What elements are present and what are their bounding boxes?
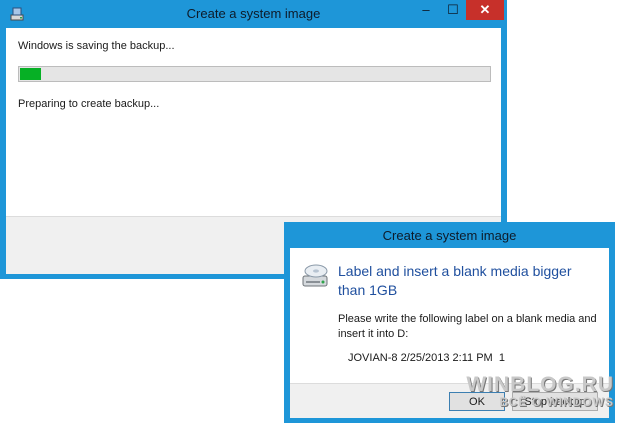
main-titlebar[interactable]: Create a system image – ☐ ✕ — [0, 0, 507, 28]
watermark-site: WINBLOG.RU — [466, 373, 614, 396]
watermark: WINBLOG.RU ВСЁ О WINDOWS — [466, 373, 614, 409]
dialog-heading: Label and insert a blank media bigger th… — [338, 263, 572, 298]
watermark-tagline: ВСЁ О WINDOWS — [499, 395, 614, 409]
minimize-button[interactable]: – — [413, 0, 439, 20]
media-label-text: JOVIAN-8 2/25/2013 2:11 PM 1 — [348, 352, 505, 364]
status-text: Windows is saving the backup... — [18, 40, 175, 52]
drive-icon — [302, 264, 328, 287]
close-button[interactable]: ✕ — [466, 0, 504, 20]
detail-text: Preparing to create backup... — [18, 98, 160, 110]
dialog-title: Create a system image — [382, 228, 517, 243]
progress-fill — [20, 68, 41, 80]
instruction-text: Please write the following label on a bl… — [338, 313, 597, 340]
dialog-titlebar[interactable]: Create a system image — [284, 222, 615, 248]
maximize-button[interactable]: ☐ — [440, 0, 466, 20]
progress-bar — [18, 66, 491, 82]
